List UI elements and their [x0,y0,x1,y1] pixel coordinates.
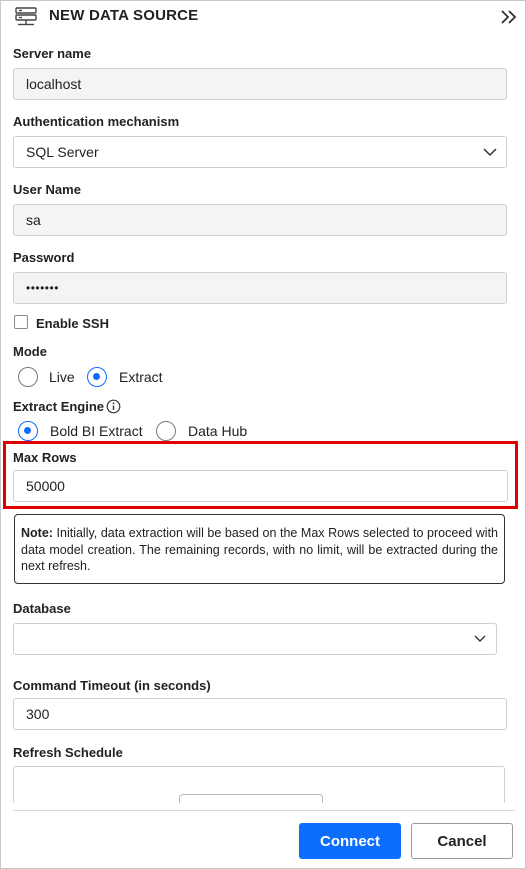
password-input[interactable]: ••••••• [13,272,507,304]
command-timeout-label: Command Timeout (in seconds) [13,678,211,693]
panel-footer: Connect Cancel [1,803,525,868]
mode-live-label: Live [49,369,75,385]
extract-engine-label: Extract Engine [13,399,105,414]
engine-bold-bi-extract-radio[interactable] [18,421,38,441]
mode-label: Mode [13,344,47,359]
auth-mechanism-label: Authentication mechanism [13,114,180,129]
auth-mechanism-select[interactable]: SQL Server [13,136,507,168]
double-chevron-right-icon[interactable] [500,9,518,25]
panel-title: NEW DATA SOURCE [49,7,199,24]
database-select[interactable] [13,623,497,655]
chevron-down-icon [474,635,486,642]
chevron-down-icon [483,148,497,157]
cancel-button[interactable]: Cancel [411,823,513,859]
max-rows-label: Max Rows [13,450,77,465]
enable-ssh-checkbox[interactable] [14,315,28,329]
server-name-input[interactable]: localhost [13,68,507,100]
command-timeout-input[interactable]: 300 [13,698,507,730]
engine-data-hub-label: Data Hub [188,423,248,439]
refresh-schedule-label: Refresh Schedule [13,745,123,760]
mode-extract-label: Extract [119,369,163,385]
connect-button[interactable]: Connect [299,823,401,859]
auth-mechanism-value: SQL Server [26,144,99,160]
max-rows-input[interactable]: 50000 [13,470,508,502]
footer-divider [13,810,515,811]
max-rows-note: Note: Initially, data extraction will be… [14,514,505,584]
user-name-label: User Name [13,182,81,197]
password-label: Password [13,250,75,265]
database-label: Database [13,601,71,616]
engine-bold-bi-extract-label: Bold BI Extract [50,423,143,439]
note-prefix: Note: [21,526,53,540]
mode-live-radio[interactable] [18,367,38,387]
panel-header: NEW DATA SOURCE [1,1,525,35]
user-name-input[interactable]: sa [13,204,507,236]
server-name-label: Server name [13,46,92,61]
new-data-source-panel: NEW DATA SOURCE Server name localhost Au… [0,0,526,869]
engine-data-hub-radio[interactable] [156,421,176,441]
enable-ssh-label: Enable SSH [36,316,109,331]
note-text: Initially, data extraction will be based… [21,526,498,573]
data-source-icon [15,7,37,26]
mode-extract-radio[interactable] [87,367,107,387]
info-icon[interactable] [106,399,121,414]
